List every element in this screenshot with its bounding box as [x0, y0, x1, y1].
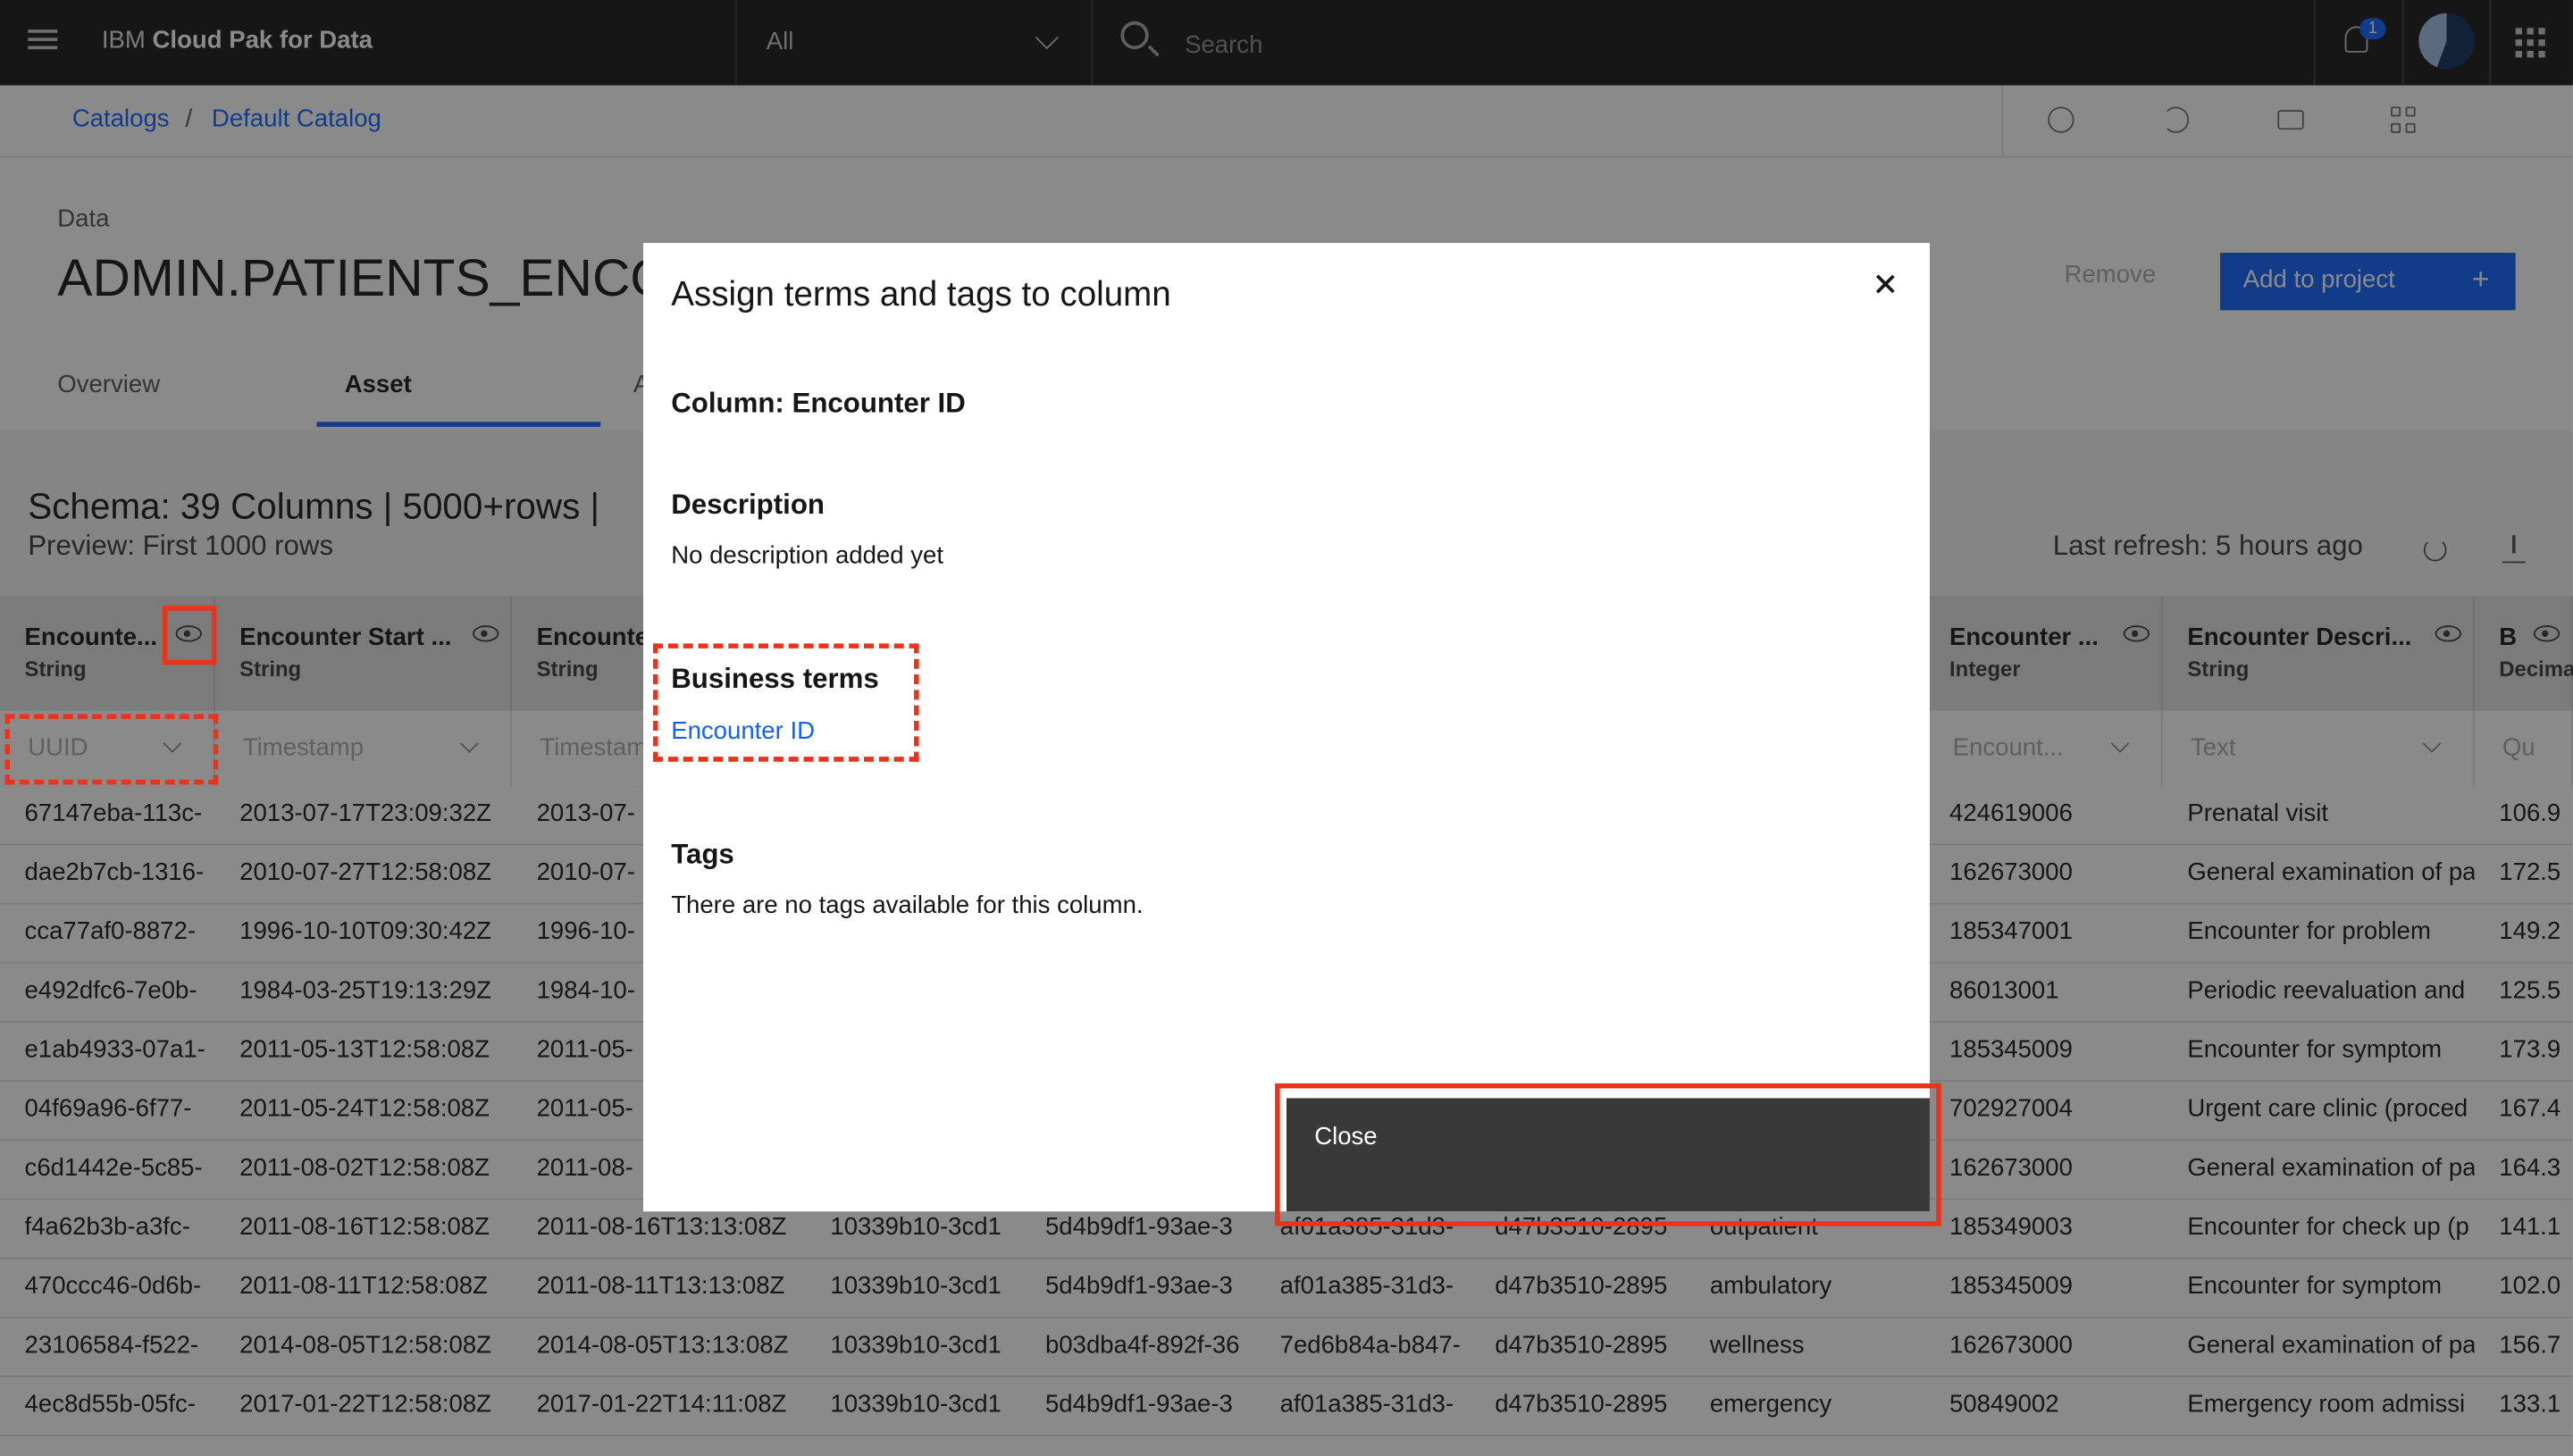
modal-title: Assign terms and tags to column	[671, 275, 1171, 314]
assign-terms-modal: Assign terms and tags to column Column: …	[642, 242, 1930, 1212]
description-heading: Description	[671, 489, 825, 521]
business-terms-heading: Business terms	[671, 663, 879, 695]
business-term-link[interactable]: Encounter ID	[671, 717, 815, 745]
tags-heading: Tags	[671, 839, 734, 870]
close-icon[interactable]	[1874, 272, 1898, 296]
description-text: No description added yet	[671, 541, 943, 570]
close-button[interactable]: Close	[1286, 1098, 1930, 1212]
close-button-label: Close	[1314, 1122, 1378, 1151]
tags-empty-text: There are no tags available for this col…	[671, 891, 1144, 920]
column-label: Column: Encounter ID	[671, 387, 966, 419]
app-page: IBM Cloud Pak for Data All 1 Catalogs / …	[0, 0, 2573, 1456]
